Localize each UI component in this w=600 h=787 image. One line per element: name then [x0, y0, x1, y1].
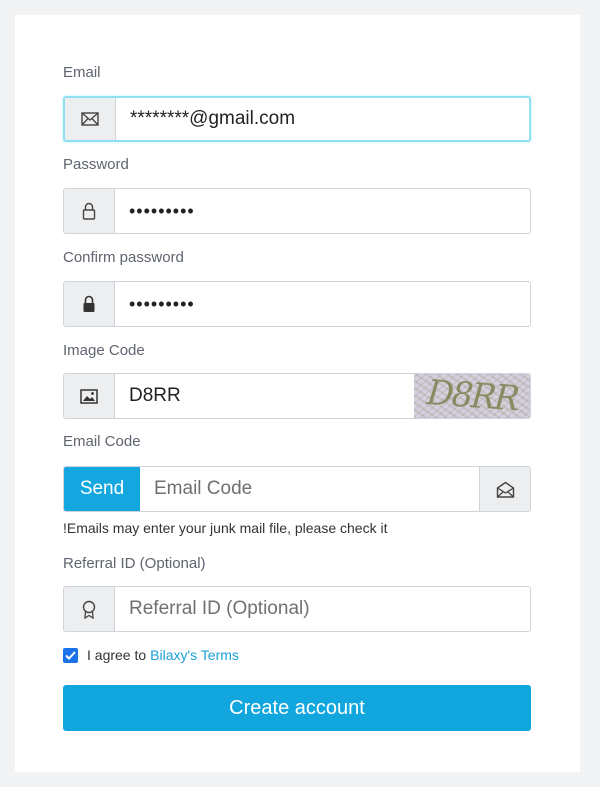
referral-label: Referral ID (Optional) [63, 555, 206, 572]
email-group [63, 96, 531, 142]
lock-open-icon [64, 189, 115, 233]
image-code-input[interactable] [115, 374, 414, 418]
referral-group [63, 586, 531, 632]
terms-link[interactable]: Bilaxy's Terms [150, 647, 239, 663]
captcha-text: D8RR [421, 374, 523, 418]
send-code-button[interactable]: Send [64, 467, 140, 511]
confirm-password-input[interactable] [115, 282, 530, 326]
image-code-group: D8RR [63, 373, 531, 419]
confirm-password-group [63, 281, 531, 327]
junk-mail-hint: !Emails may enter your junk mail file, p… [63, 520, 388, 536]
captcha-image[interactable]: D8RR [414, 374, 530, 418]
email-code-label: Email Code [63, 433, 141, 450]
lock-icon [64, 282, 115, 326]
email-input[interactable] [116, 98, 529, 140]
password-group [63, 188, 531, 234]
open-envelope-icon [479, 467, 530, 511]
badge-icon [64, 587, 115, 631]
terms-text: I agree to [87, 647, 147, 663]
image-icon [64, 374, 115, 418]
terms-agreement: I agree to Bilaxy's Terms [63, 647, 239, 663]
email-code-group: Send [63, 466, 531, 512]
email-code-input[interactable] [140, 467, 479, 511]
image-code-label: Image Code [63, 342, 145, 359]
email-label: Email [63, 64, 101, 81]
referral-input[interactable] [115, 587, 530, 631]
terms-checkbox[interactable] [63, 647, 78, 663]
signup-card: Email Password Confirm password Image Co… [15, 15, 580, 772]
confirm-password-label: Confirm password [63, 249, 184, 266]
create-account-button[interactable]: Create account [63, 685, 531, 731]
envelope-icon [65, 98, 116, 140]
password-label: Password [63, 156, 129, 173]
password-input[interactable] [115, 189, 530, 233]
